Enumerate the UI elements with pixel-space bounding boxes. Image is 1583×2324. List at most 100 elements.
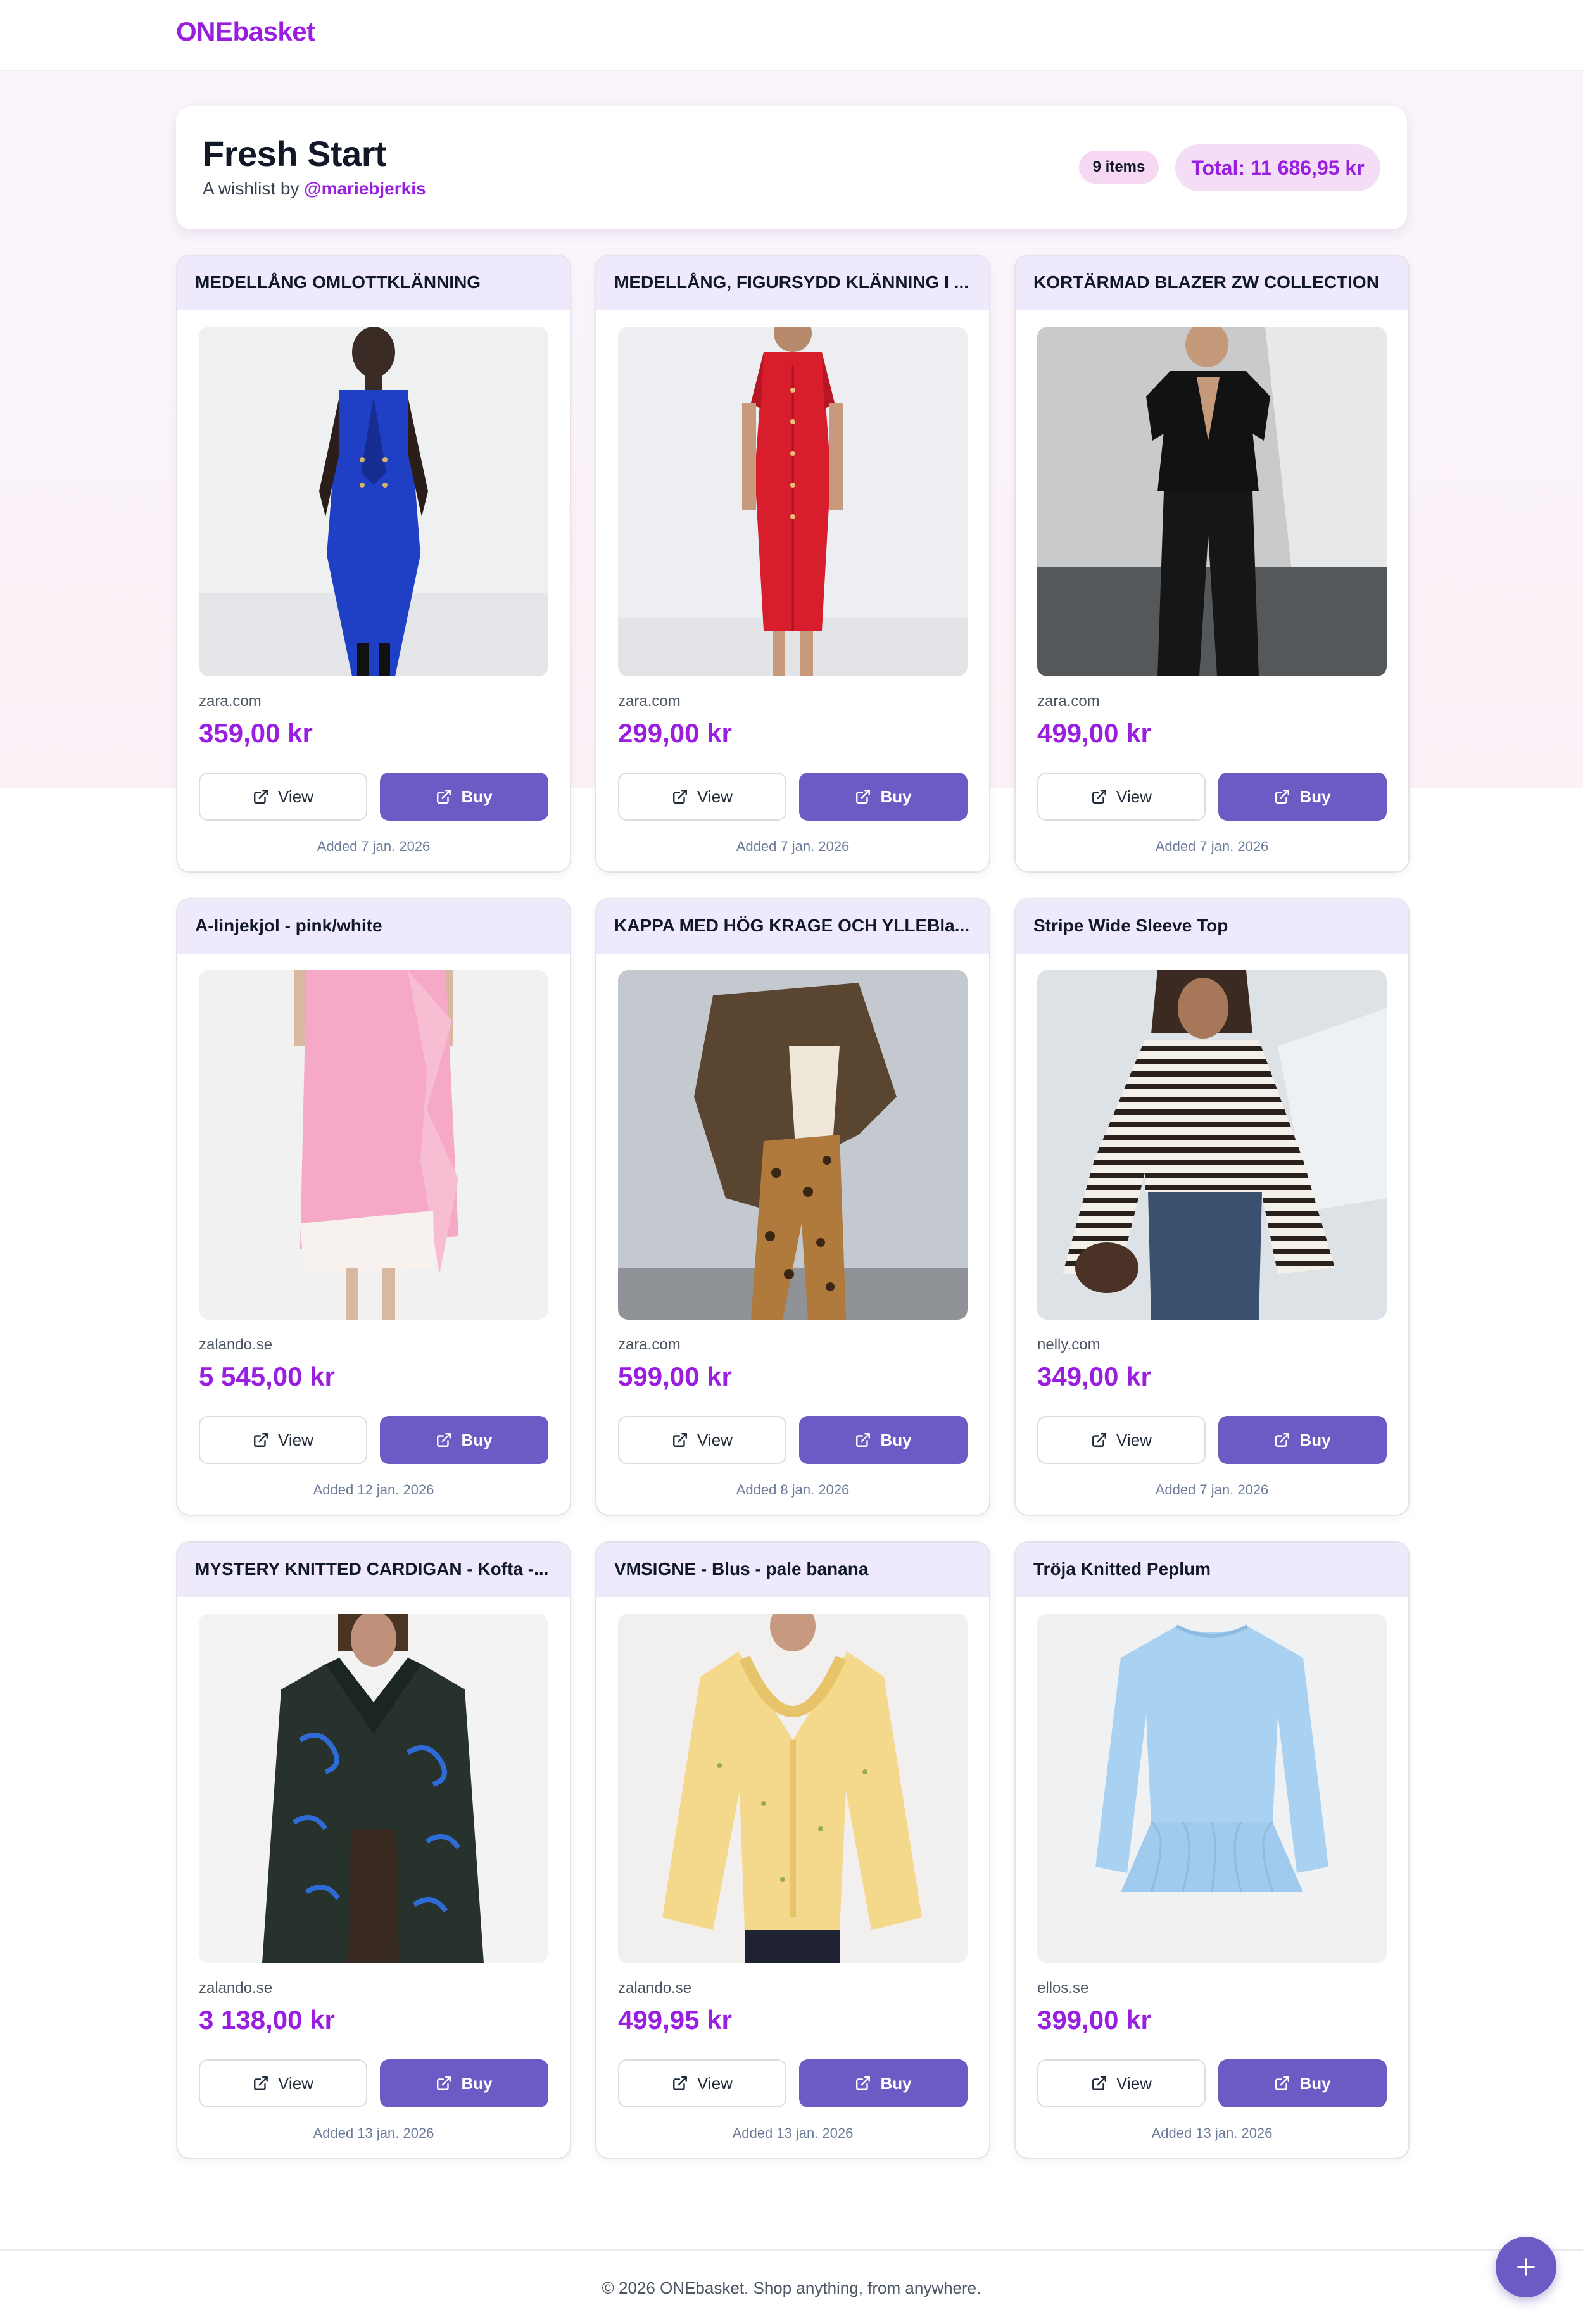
store-name: zalando.se [618,1980,692,1997]
view-label: View [278,2073,313,2093]
added-date: Added 7 jan. 2026 [1155,1482,1269,1498]
view-label: View [1116,1430,1152,1449]
product-image[interactable] [618,970,968,1320]
card-header: KORTÄRMAD BLAZER ZW COLLECTION [1016,256,1408,310]
product-title[interactable]: MEDELLÅNG, FIGURSYDD KLÄNNING I ... [614,272,974,293]
product-card: Tröja Knitted Peplum ellos.se 399,00 kr … [1014,1541,1410,2159]
external-link-icon [437,790,451,804]
plus-icon [1517,2258,1535,2276]
product-image[interactable] [1037,970,1387,1320]
product-title[interactable]: MEDELLÅNG OMLOTTKLÄNNING [195,272,555,293]
product-card: MEDELLÅNG, FIGURSYDD KLÄNNING I ... zara… [595,255,990,873]
buy-label: Buy [880,2073,912,2093]
buy-button[interactable]: Buy [380,2059,548,2107]
view-label: View [278,786,313,806]
product-image[interactable] [1037,327,1387,676]
product-price: 3 138,00 kr [199,2005,335,2035]
product-title[interactable]: KAPPA MED HÖG KRAGE OCH YLLEBla... [614,916,974,936]
buy-button[interactable]: Buy [1218,1416,1387,1464]
product-price: 499,95 kr [618,2005,732,2035]
buy-button[interactable]: Buy [380,1416,548,1464]
added-date: Added 7 jan. 2026 [736,838,850,854]
store-name: zara.com [199,693,262,710]
product-price: 359,00 kr [199,718,313,748]
add-item-button[interactable] [1496,2237,1556,2297]
product-title[interactable]: Stripe Wide Sleeve Top [1033,916,1393,936]
byline-prefix: A wishlist by [203,179,305,198]
card-header: VMSIGNE - Blus - pale banana [596,1543,989,1597]
buy-button[interactable]: Buy [799,773,968,821]
external-link-icon [856,790,871,804]
view-button[interactable]: View [199,773,367,821]
product-price: 349,00 kr [1037,1361,1151,1391]
view-button[interactable]: View [1037,1416,1206,1464]
external-link-icon [856,2076,871,2090]
external-link-icon [673,790,687,804]
external-link-icon [1275,1433,1290,1447]
product-card: KAPPA MED HÖG KRAGE OCH YLLEBla... zara.… [595,898,990,1516]
brand-logo[interactable]: ONEbasket [176,16,315,47]
view-label: View [1116,786,1152,806]
wishlist-byline: A wishlist by @mariebjerkis [203,179,426,199]
view-button[interactable]: View [1037,773,1206,821]
buy-button[interactable]: Buy [799,1416,968,1464]
buy-label: Buy [880,1430,912,1449]
wishlist-header-card: Fresh Start A wishlist by @mariebjerkis … [176,106,1407,229]
external-link-icon [856,1433,871,1447]
view-button[interactable]: View [199,1416,367,1464]
card-header: KAPPA MED HÖG KRAGE OCH YLLEBla... [596,899,989,954]
added-date: Added 13 jan. 2026 [313,2125,434,2141]
external-link-icon [437,1433,451,1447]
buy-button[interactable]: Buy [799,2059,968,2107]
buy-button[interactable]: Buy [1218,2059,1387,2107]
added-date: Added 13 jan. 2026 [732,2125,854,2141]
product-title[interactable]: MYSTERY KNITTED CARDIGAN - Kofta -... [195,1559,555,1579]
added-date: Added 13 jan. 2026 [1151,2125,1273,2141]
card-header: MEDELLÅNG, FIGURSYDD KLÄNNING I ... [596,256,989,310]
product-image[interactable] [199,970,548,1320]
card-header: MYSTERY KNITTED CARDIGAN - Kofta -... [177,1543,570,1597]
buy-label: Buy [461,1430,493,1449]
product-image[interactable] [199,327,548,676]
view-button[interactable]: View [1037,2059,1206,2107]
external-link-icon [673,2076,687,2090]
owner-link[interactable]: @mariebjerkis [304,179,426,198]
product-card: KORTÄRMAD BLAZER ZW COLLECTION zara.com … [1014,255,1410,873]
external-link-icon [1275,2076,1290,2090]
item-count-badge: 9 items [1079,151,1159,184]
product-image[interactable] [618,327,968,676]
view-label: View [697,786,733,806]
product-card: VMSIGNE - Blus - pale banana zalando.se … [595,1541,990,2159]
external-link-icon [254,790,268,804]
view-button[interactable]: View [618,2059,786,2107]
footer-text: © 2026 ONEbasket. Shop anything, from an… [602,2278,981,2297]
product-title[interactable]: Tröja Knitted Peplum [1033,1559,1393,1579]
added-date: Added 8 jan. 2026 [736,1482,850,1498]
added-date: Added 7 jan. 2026 [1155,838,1269,854]
product-image[interactable] [618,1614,968,1963]
product-card: MYSTERY KNITTED CARDIGAN - Kofta -... za… [176,1541,571,2159]
store-name: zara.com [618,693,681,710]
product-price: 499,00 kr [1037,718,1151,748]
product-title[interactable]: VMSIGNE - Blus - pale banana [614,1559,974,1579]
view-button[interactable]: View [199,2059,367,2107]
external-link-icon [1275,790,1290,804]
product-price: 399,00 kr [1037,2005,1151,2035]
store-name: zara.com [618,1336,681,1353]
product-image[interactable] [199,1614,548,1963]
buy-button[interactable]: Buy [380,773,548,821]
product-title[interactable]: KORTÄRMAD BLAZER ZW COLLECTION [1033,272,1393,293]
view-button[interactable]: View [618,773,786,821]
store-name: nelly.com [1037,1336,1101,1353]
wishlist-title: Fresh Start [203,134,387,174]
product-title[interactable]: A-linjekjol - pink/white [195,916,555,936]
buy-button[interactable]: Buy [1218,773,1387,821]
total-price-badge: Total: 11 686,95 kr [1175,144,1380,191]
product-card: Stripe Wide Sleeve Top nelly.com 349,00 … [1014,898,1410,1516]
external-link-icon [673,1433,687,1447]
product-image[interactable] [1037,1614,1387,1963]
store-name: zalando.se [199,1336,273,1353]
view-button[interactable]: View [618,1416,786,1464]
store-name: zara.com [1037,693,1100,710]
added-date: Added 7 jan. 2026 [317,838,431,854]
